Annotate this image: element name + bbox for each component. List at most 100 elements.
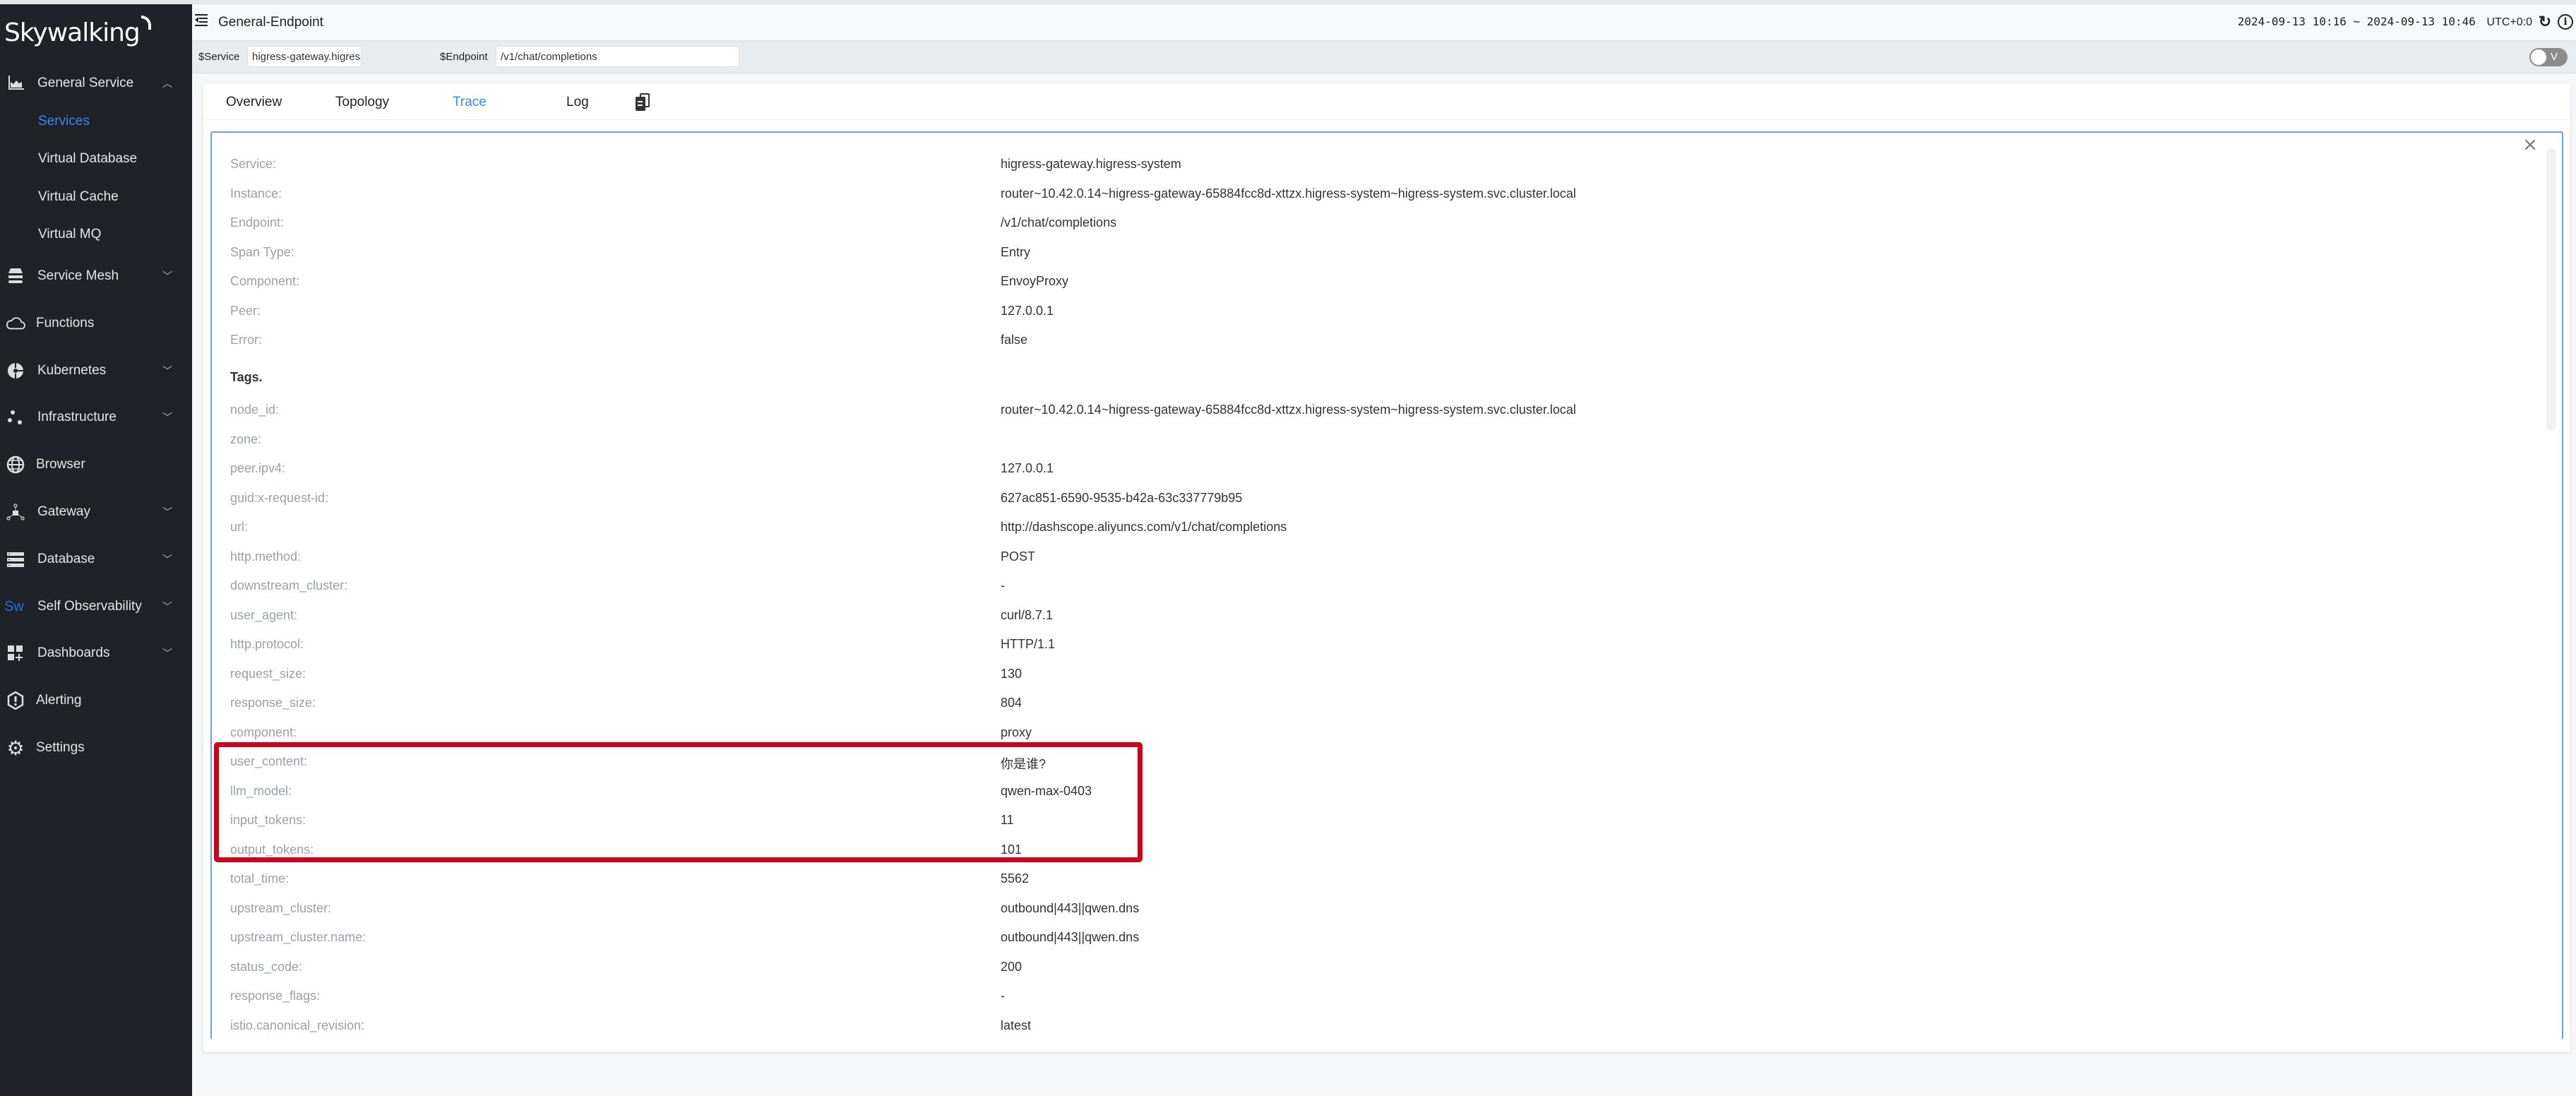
tag-value: - bbox=[1001, 989, 1005, 1003]
chevron-down-icon: ﹀ bbox=[162, 648, 172, 659]
tag-row: total_time: 5562 bbox=[212, 864, 2562, 893]
info-icon[interactable]: i bbox=[2558, 14, 2573, 30]
sidebar-item-label: Virtual Database bbox=[38, 151, 138, 166]
time-range-text: 2024-09-13 10:16 ~ 2024-09-13 10:46 bbox=[2237, 15, 2476, 28]
chevron-down-icon: ﹀ bbox=[162, 554, 172, 565]
toggle-knob bbox=[2531, 49, 2546, 65]
chevron-down-icon: ﹀ bbox=[162, 412, 172, 423]
sidebar-item-label: Alerting bbox=[36, 693, 82, 708]
tab-overview[interactable]: Overview bbox=[226, 95, 282, 110]
tab-trace[interactable]: Trace bbox=[453, 95, 487, 110]
tab-log[interactable]: Log bbox=[566, 95, 589, 110]
tag-row-highlighted: input_tokens: 11 bbox=[212, 806, 2562, 834]
tag-row: upstream_cluster: outbound|443||qwen.dns bbox=[212, 894, 2562, 922]
sidebar-item-virtual-database[interactable]: Virtual Database bbox=[0, 145, 192, 173]
tag-key: component: bbox=[230, 725, 297, 739]
sidebar-item-gateway[interactable]: Gateway ﹀ bbox=[0, 498, 192, 526]
sidebar-item-kubernetes[interactable]: Kubernetes ﹀ bbox=[0, 357, 192, 385]
tag-key: llm_model: bbox=[230, 783, 292, 798]
sidebar-item-virtual-cache[interactable]: Virtual Cache bbox=[0, 183, 192, 211]
sidebar-item-self-observability[interactable]: Sw Self Observability ﹀ bbox=[0, 592, 192, 621]
time-range-picker[interactable]: 2024-09-13 10:16 ~ 2024-09-13 10:46 UTC+… bbox=[2238, 15, 2532, 29]
tag-value: latest bbox=[1001, 1018, 1032, 1032]
timezone-text: UTC+0:0 bbox=[2486, 16, 2532, 28]
view-mode-toggle[interactable]: V bbox=[2529, 48, 2568, 66]
globe-icon bbox=[6, 455, 25, 475]
tag-key: node_id: bbox=[230, 403, 280, 417]
tag-value: 627ac851-6590-9535-b42a-63c337779b95 bbox=[1001, 490, 1243, 505]
tag-row: url: http://dashscope.aliyuncs.com/v1/cha… bbox=[212, 513, 2562, 541]
field-label: Endpoint: bbox=[230, 215, 285, 230]
tag-key: user_agent: bbox=[230, 607, 298, 622]
tag-key: istio.canonical_revision: bbox=[230, 1018, 365, 1032]
sidebar-item-alerting[interactable]: Alerting bbox=[0, 686, 192, 715]
copy-icon[interactable] bbox=[636, 93, 651, 112]
dashboard-card: Overview Topology Trace Log × Service: hi… bbox=[203, 83, 2570, 1052]
skywalking-logo[interactable]: Skywalking bbox=[4, 16, 151, 47]
service-select[interactable]: higress-gateway.higress-system ﹀ bbox=[247, 46, 362, 67]
tag-key: upstream_cluster.name: bbox=[230, 930, 366, 944]
tag-row: istio.canonical_revision: latest bbox=[212, 1011, 2562, 1040]
span-field-row: Peer: 127.0.0.1 bbox=[212, 297, 2562, 325]
tag-key: url: bbox=[230, 520, 249, 534]
tag-key: request_size: bbox=[230, 666, 306, 681]
tag-row: http.protocol: HTTP/1.1 bbox=[212, 630, 2562, 658]
sidebar-item-label: Functions bbox=[36, 316, 95, 330]
tag-value: 你是谁? bbox=[1001, 757, 1046, 771]
sidebar-item-dashboards[interactable]: Dashboards ﹀ bbox=[0, 639, 192, 667]
span-field-row: Error: false bbox=[212, 326, 2562, 354]
sidebar-item-label: Virtual Cache bbox=[38, 189, 119, 204]
sidebar-item-label: Virtual MQ bbox=[38, 227, 102, 242]
sidebar-item-settings[interactable]: ⚙ Settings bbox=[0, 734, 192, 762]
chevron-down-icon: ﹀ bbox=[162, 506, 172, 518]
field-label: Service: bbox=[230, 157, 277, 171]
sidebar-item-service-mesh[interactable]: Service Mesh ﹀ bbox=[0, 262, 192, 290]
tag-row: guid:x-request-id: 627ac851-6590-9535-b42… bbox=[212, 484, 2562, 512]
kubernetes-icon bbox=[6, 361, 25, 381]
tab-topology[interactable]: Topology bbox=[335, 95, 389, 110]
tag-key: output_tokens: bbox=[230, 842, 314, 857]
sidebar: Skywalking General Service ︿ Services Vi… bbox=[0, 4, 192, 1096]
tag-value: 127.0.0.1 bbox=[1001, 461, 1054, 475]
tag-key: guid:x-request-id: bbox=[230, 490, 329, 505]
sidebar-item-label: Self Observability bbox=[37, 599, 142, 614]
sidebar-item-browser[interactable]: Browser bbox=[0, 451, 192, 479]
toggle-label: V bbox=[2551, 51, 2558, 63]
tag-row: request_size: 130 bbox=[212, 660, 2562, 688]
sidebar-item-label: General Service bbox=[37, 76, 134, 90]
gear-icon: ⚙ bbox=[6, 737, 25, 759]
sidebar-item-database[interactable]: Database ﹀ bbox=[0, 545, 192, 573]
tag-value: 804 bbox=[1001, 696, 1022, 710]
cloud-icon bbox=[6, 314, 25, 333]
chevron-down-icon: ﹀ bbox=[162, 601, 172, 612]
sidebar-item-general-service[interactable]: General Service ︿ bbox=[0, 69, 192, 97]
field-value: EnvoyProxy bbox=[1001, 274, 1069, 288]
endpoint-select[interactable]: /v1/chat/completions bbox=[496, 46, 739, 67]
tag-key: http.protocol: bbox=[230, 637, 304, 651]
tag-value: outbound|443||qwen.dns bbox=[1001, 900, 1140, 915]
tag-value: 5562 bbox=[1001, 871, 1030, 886]
chevron-down-icon: ﹀ bbox=[162, 365, 172, 376]
field-value: false bbox=[1001, 333, 1028, 347]
sidebar-item-infrastructure[interactable]: Infrastructure ﹀ bbox=[0, 403, 192, 431]
tag-key: input_tokens: bbox=[230, 813, 306, 827]
tag-key: response_flags: bbox=[230, 989, 321, 1003]
tag-key: status_code: bbox=[230, 959, 303, 974]
reload-icon[interactable]: ↻ bbox=[2536, 13, 2553, 30]
tag-row: peer.ipv4: 127.0.0.1 bbox=[212, 454, 2562, 482]
field-value: router~10.42.0.14~higress-gateway-65884f… bbox=[1001, 186, 1576, 201]
tag-value: 130 bbox=[1001, 666, 1022, 681]
tag-key: peer.ipv4: bbox=[230, 461, 286, 475]
tag-row-highlighted: llm_model: qwen-max-0403 bbox=[212, 777, 2562, 805]
service-filter-label: $Service bbox=[198, 51, 240, 63]
sidebar-item-functions[interactable]: Functions bbox=[0, 309, 192, 338]
tag-key: response_size: bbox=[230, 696, 316, 710]
sidebar-item-virtual-mq[interactable]: Virtual MQ bbox=[0, 220, 192, 249]
span-field-row: Endpoint: /v1/chat/completions bbox=[212, 208, 2562, 237]
endpoint-select-value: /v1/chat/completions bbox=[501, 51, 597, 63]
sidebar-item-services[interactable]: Services bbox=[0, 107, 192, 136]
collapse-menu-icon[interactable] bbox=[195, 14, 208, 26]
chevron-down-icon: ﹀ bbox=[162, 270, 172, 282]
sidebar-item-label: Kubernetes bbox=[37, 363, 107, 378]
span-field-row: Service: higress-gateway.higress-system bbox=[212, 150, 2562, 178]
